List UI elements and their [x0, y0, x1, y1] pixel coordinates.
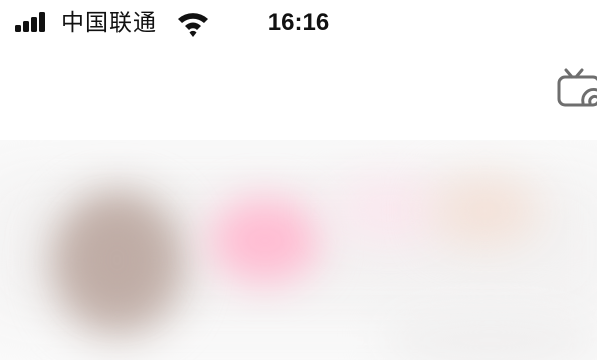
nav-bar: [0, 46, 597, 140]
status-bar: 中国联通 16:16: [0, 0, 597, 46]
blurred-avatar-core: [72, 210, 162, 310]
blurred-peach-element: [430, 176, 540, 246]
status-time: 16:16: [267, 9, 330, 36]
blurred-pink-element: [210, 198, 320, 283]
blurred-content-area: [0, 140, 597, 360]
tv-icon[interactable]: [557, 66, 597, 108]
blurred-bottom-element: [380, 310, 597, 360]
